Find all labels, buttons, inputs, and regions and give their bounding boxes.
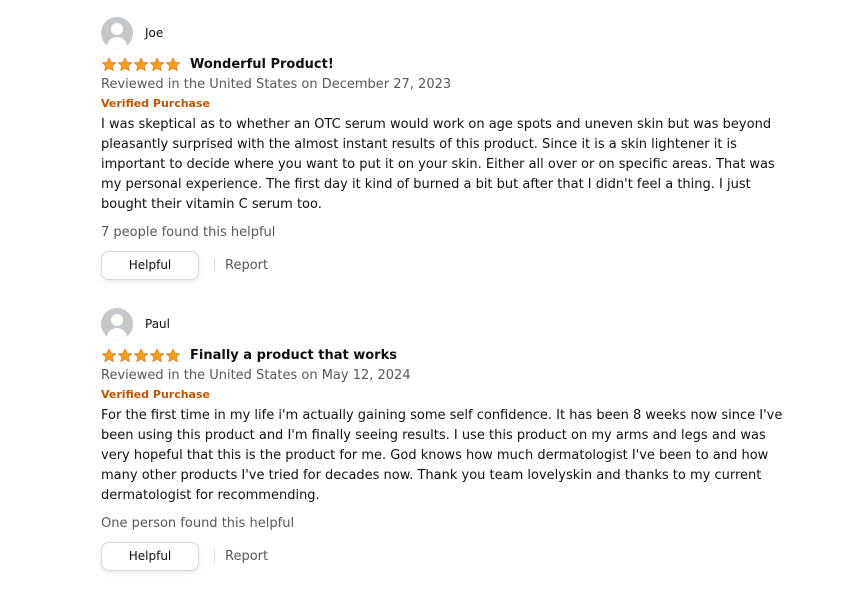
star-icon: [165, 348, 181, 362]
review-title[interactable]: Finally a product that works: [190, 348, 397, 363]
verified-purchase-badge[interactable]: Verified Purchase: [101, 387, 801, 402]
reviewer-profile[interactable]: Paul: [101, 308, 801, 340]
star-icon: [149, 57, 165, 71]
star-icon: [165, 57, 181, 71]
review-actions: Helpful Report: [101, 250, 801, 280]
avatar-icon: [101, 17, 133, 49]
helpful-button[interactable]: Helpful: [101, 250, 199, 280]
review-date: Reviewed in the United States on May 12,…: [101, 368, 411, 383]
review-body: I was skeptical as to whether an OTC ser…: [101, 117, 775, 212]
review-date: Reviewed in the United States on Decembe…: [101, 77, 452, 92]
star-icon: [117, 348, 133, 362]
report-link[interactable]: Report: [225, 258, 268, 273]
avatar-icon: [101, 308, 133, 340]
review-title-row: Finally a product that works: [101, 345, 801, 365]
reviewer-profile[interactable]: Joe: [101, 17, 801, 49]
star-rating[interactable]: [101, 348, 181, 363]
review-actions: Helpful Report: [101, 541, 801, 571]
divider: [214, 549, 215, 563]
reviewer-name[interactable]: Joe: [145, 26, 163, 40]
star-icon: [149, 348, 165, 362]
reviewer-name[interactable]: Paul: [145, 317, 170, 331]
star-icon: [117, 57, 133, 71]
star-icon: [133, 57, 149, 71]
review-body: For the first time in my life i'm actual…: [101, 408, 783, 503]
star-icon: [101, 57, 117, 71]
review-title-row: Wonderful Product!: [101, 54, 801, 74]
star-icon: [101, 348, 117, 362]
review-title[interactable]: Wonderful Product!: [190, 57, 334, 72]
divider: [214, 258, 215, 272]
review-item: Paul Finally a product that works Review…: [101, 308, 801, 571]
report-link[interactable]: Report: [225, 549, 268, 564]
verified-purchase-badge[interactable]: Verified Purchase: [101, 96, 801, 111]
helpful-count: One person found this helpful: [101, 516, 295, 531]
helpful-count: 7 people found this helpful: [101, 225, 276, 240]
helpful-button[interactable]: Helpful: [101, 541, 199, 571]
star-rating[interactable]: [101, 57, 181, 72]
review-item: Joe Wonderful Product! Reviewed in the U…: [101, 17, 801, 280]
star-icon: [133, 348, 149, 362]
